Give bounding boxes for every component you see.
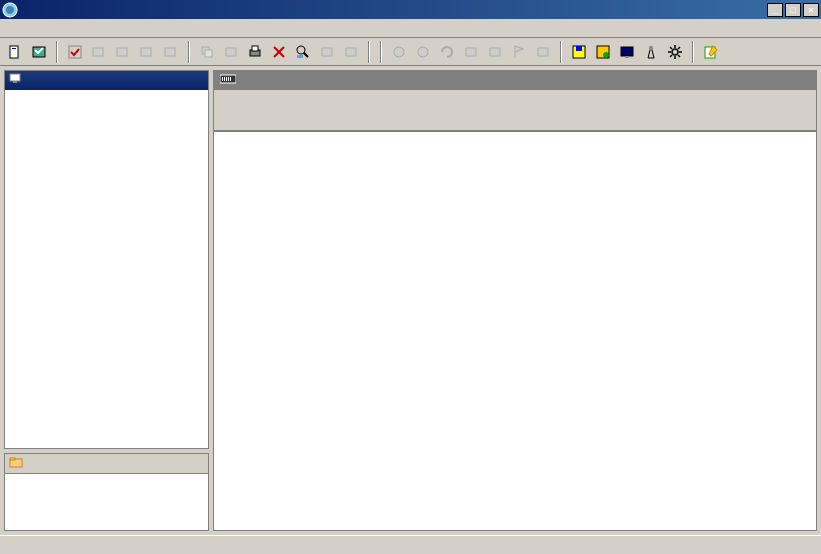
toolbar-btn-search[interactable] (292, 41, 314, 63)
jobs-icon (9, 456, 23, 471)
jobs-panel (4, 453, 209, 531)
table-body (214, 132, 816, 530)
toolbar-btn-16[interactable] (436, 41, 458, 63)
computers-panel (4, 70, 209, 449)
minimize-button[interactable]: _ (767, 3, 783, 17)
computers-tree (5, 90, 208, 448)
toolbar-btn-edit[interactable] (700, 41, 722, 63)
computers-icon (9, 73, 23, 88)
toolbar-btn-monitor[interactable] (616, 41, 638, 63)
toolbar-btn-17[interactable] (460, 41, 482, 63)
main-area (0, 66, 821, 535)
toolbar-btn-wizard[interactable] (28, 41, 50, 63)
toolbar-btn-6[interactable] (136, 41, 158, 63)
maximize-button[interactable]: □ (785, 3, 801, 17)
toolbar-btn-5[interactable] (112, 41, 134, 63)
toolbar-btn-settings[interactable] (664, 41, 686, 63)
toolbar-btn-14[interactable] (388, 41, 410, 63)
toolbar-btn-flag[interactable] (508, 41, 530, 63)
menubar (0, 19, 821, 38)
toolbar-btn-9[interactable] (220, 41, 242, 63)
toolbar-btn-13[interactable] (340, 41, 362, 63)
info-bar (214, 90, 816, 131)
toolbar-btn-18[interactable] (484, 41, 506, 63)
toolbar-btn-disk1[interactable] (568, 41, 590, 63)
left-pane (4, 70, 209, 531)
window-controls: _ □ × (767, 3, 819, 17)
toolbar-btn-check[interactable] (64, 41, 86, 63)
jobs-tree (5, 474, 208, 530)
blade-chassis-icon (220, 73, 236, 88)
detail-header (214, 71, 816, 90)
toolbar-btn-disk2[interactable] (592, 41, 614, 63)
toolbar-btn-15[interactable] (412, 41, 434, 63)
toolbar-btn-20[interactable] (532, 41, 554, 63)
toolbar (0, 38, 821, 66)
toolbar-btn-new[interactable] (4, 41, 26, 63)
titlebar: _ □ × (0, 0, 821, 19)
toolbar-btn-delete[interactable] (268, 41, 290, 63)
toolbar-btn-print[interactable] (244, 41, 266, 63)
jobs-header[interactable] (5, 454, 208, 474)
toolbar-btn-7[interactable] (160, 41, 182, 63)
close-button[interactable]: × (803, 3, 819, 17)
detail-pane (213, 70, 817, 531)
toolbar-btn-12[interactable] (316, 41, 338, 63)
statusbar (0, 535, 821, 554)
toolbar-btn-8[interactable] (196, 41, 218, 63)
app-icon (2, 2, 18, 18)
computers-header[interactable] (5, 71, 208, 90)
toolbar-btn-4[interactable] (88, 41, 110, 63)
toolbar-btn-compass[interactable] (640, 41, 662, 63)
